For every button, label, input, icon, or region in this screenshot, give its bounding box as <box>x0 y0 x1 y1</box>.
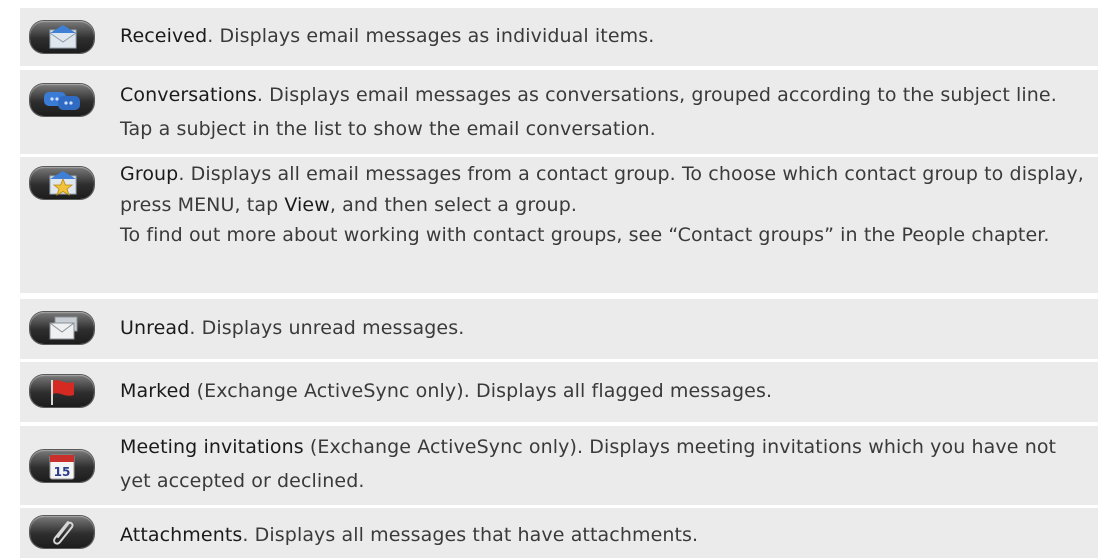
received-description: Received. Displays email messages as ind… <box>120 21 1086 52</box>
group-more-info: To find out more about working with cont… <box>120 224 1050 246</box>
row-conversations: Conversations. Displays email messages a… <box>20 70 1098 154</box>
conversations-term: Conversations <box>120 84 257 106</box>
row-meeting-invitations: 15 Meeting invitations (Exchange ActiveS… <box>20 426 1098 505</box>
view-term: View <box>284 193 330 216</box>
paperclip-icon <box>30 516 94 548</box>
attachments-term: Attachments <box>120 524 243 546</box>
attachments-description: Attachments. Displays all messages that … <box>120 520 1086 551</box>
unread-description: Unread. Displays unread messages. <box>120 313 1086 344</box>
row-marked: Marked (Exchange ActiveSync only). Displ… <box>20 362 1098 422</box>
meeting-invitations-term: Meeting invitations <box>120 436 304 458</box>
row-attachments: Attachments. Displays all messages that … <box>20 508 1098 558</box>
row-received: Received. Displays email messages as ind… <box>20 8 1098 66</box>
group-text-b: , and then select a group. <box>329 193 577 216</box>
marked-text: (Exchange ActiveSync only). Displays all… <box>190 380 773 402</box>
received-envelope-icon <box>30 21 94 53</box>
conversations-text: . Displays email messages as conversatio… <box>120 84 1057 140</box>
unread-text: . Displays unread messages. <box>189 317 465 339</box>
marked-description: Marked (Exchange ActiveSync only). Displ… <box>120 376 1086 407</box>
conversations-description: Conversations. Displays email messages a… <box>120 78 1086 146</box>
flag-icon <box>30 375 94 407</box>
received-text: . Displays email messages as individual … <box>207 25 655 47</box>
group-term: Group <box>120 163 179 185</box>
calendar-icon: 15 <box>30 450 94 482</box>
group-description: Group. Displays all email messages from … <box>120 159 1086 251</box>
calendar-day-label: 15 <box>54 465 71 479</box>
marked-term: Marked <box>120 380 191 402</box>
group-text-a: . Displays all email messages from a con… <box>120 163 1084 216</box>
meeting-invitations-description: Meeting invitations (Exchange ActiveSync… <box>120 430 1086 498</box>
received-term: Received <box>120 25 208 47</box>
row-unread: Unread. Displays unread messages. <box>20 299 1098 359</box>
row-group: Group. Displays all email messages from … <box>20 157 1098 293</box>
unread-term: Unread <box>120 317 190 339</box>
conversations-icon <box>30 84 94 116</box>
group-star-envelope-icon <box>30 167 94 199</box>
attachments-text: . Displays all messages that have attach… <box>242 524 699 546</box>
unread-envelopes-icon <box>30 312 94 344</box>
